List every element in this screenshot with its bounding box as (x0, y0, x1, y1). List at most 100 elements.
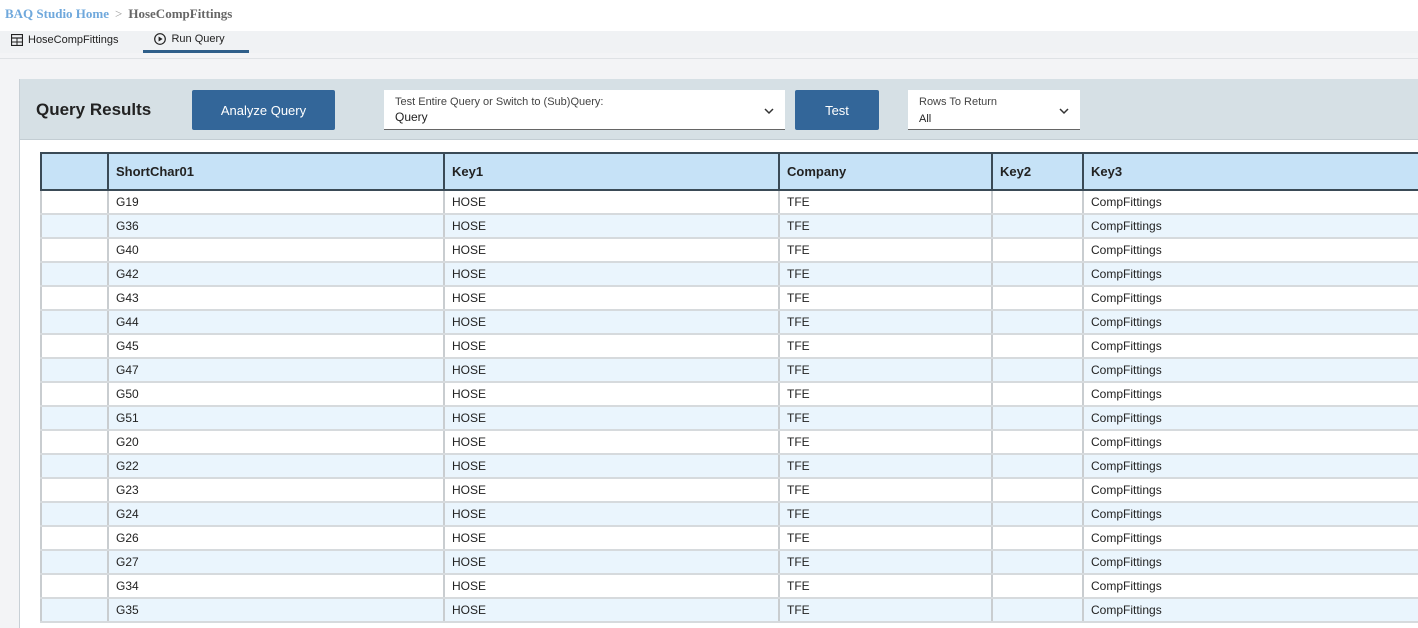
tab-hosecompfittings[interactable]: HoseCompFittings (0, 31, 128, 53)
key2-cell[interactable] (991, 310, 1084, 335)
key1-cell[interactable]: HOSE (443, 286, 780, 311)
company-cell[interactable]: TFE (778, 430, 993, 455)
key1-cell[interactable]: HOSE (443, 598, 780, 623)
shortchar01-cell[interactable]: G47 (107, 358, 445, 383)
table-row[interactable]: G24 HOSE TFE CompFittings (40, 502, 1418, 527)
key3-cell[interactable]: CompFittings (1082, 262, 1418, 287)
key3-cell[interactable]: CompFittings (1082, 478, 1418, 503)
company-cell[interactable]: TFE (778, 502, 993, 527)
key1-cell[interactable]: HOSE (443, 262, 780, 287)
key2-cell[interactable] (991, 406, 1084, 431)
company-cell[interactable]: TFE (778, 238, 993, 263)
shortchar01-cell[interactable]: G19 (107, 190, 445, 215)
key3-cell[interactable]: CompFittings (1082, 502, 1418, 527)
column-header-key1[interactable]: Key1 (443, 152, 780, 191)
key2-cell[interactable] (991, 550, 1084, 575)
company-cell[interactable]: TFE (778, 478, 993, 503)
key1-cell[interactable]: HOSE (443, 214, 780, 239)
table-row[interactable]: G51 HOSE TFE CompFittings (40, 406, 1418, 431)
key2-cell[interactable] (991, 502, 1084, 527)
table-row[interactable]: G20 HOSE TFE CompFittings (40, 430, 1418, 455)
key1-cell[interactable]: HOSE (443, 406, 780, 431)
shortchar01-cell[interactable]: G45 (107, 334, 445, 359)
key3-cell[interactable]: CompFittings (1082, 214, 1418, 239)
shortchar01-cell[interactable]: G24 (107, 502, 445, 527)
key2-cell[interactable] (991, 454, 1084, 479)
key1-cell[interactable]: HOSE (443, 430, 780, 455)
key1-cell[interactable]: HOSE (443, 526, 780, 551)
company-cell[interactable]: TFE (778, 334, 993, 359)
shortchar01-cell[interactable]: G34 (107, 574, 445, 599)
shortchar01-cell[interactable]: G50 (107, 382, 445, 407)
key2-cell[interactable] (991, 190, 1084, 215)
key1-cell[interactable]: HOSE (443, 190, 780, 215)
key2-cell[interactable] (991, 526, 1084, 551)
shortchar01-cell[interactable]: G51 (107, 406, 445, 431)
shortchar01-cell[interactable]: G20 (107, 430, 445, 455)
table-row[interactable]: G47 HOSE TFE CompFittings (40, 358, 1418, 383)
key1-cell[interactable]: HOSE (443, 238, 780, 263)
shortchar01-cell[interactable]: G23 (107, 478, 445, 503)
column-header-shortchar01[interactable]: ShortChar01 (107, 152, 445, 191)
key2-cell[interactable] (991, 598, 1084, 623)
company-cell[interactable]: TFE (778, 382, 993, 407)
key1-cell[interactable]: HOSE (443, 574, 780, 599)
table-row[interactable]: G19 HOSE TFE CompFittings (40, 190, 1418, 215)
key3-cell[interactable]: CompFittings (1082, 286, 1418, 311)
key1-cell[interactable]: HOSE (443, 550, 780, 575)
table-row[interactable]: G45 HOSE TFE CompFittings (40, 334, 1418, 359)
key1-cell[interactable]: HOSE (443, 358, 780, 383)
row-selector-cell[interactable] (40, 502, 109, 527)
company-cell[interactable]: TFE (778, 286, 993, 311)
row-selector-cell[interactable] (40, 454, 109, 479)
table-row[interactable]: G35 HOSE TFE CompFittings (40, 598, 1418, 623)
test-button[interactable]: Test (795, 90, 879, 130)
table-row[interactable]: G26 HOSE TFE CompFittings (40, 526, 1418, 551)
row-selector-cell[interactable] (40, 286, 109, 311)
key1-cell[interactable]: HOSE (443, 502, 780, 527)
table-row[interactable]: G22 HOSE TFE CompFittings (40, 454, 1418, 479)
key3-cell[interactable]: CompFittings (1082, 406, 1418, 431)
shortchar01-cell[interactable]: G35 (107, 598, 445, 623)
row-selector-cell[interactable] (40, 478, 109, 503)
company-cell[interactable]: TFE (778, 598, 993, 623)
column-header-company[interactable]: Company (778, 152, 993, 191)
shortchar01-cell[interactable]: G43 (107, 286, 445, 311)
table-row[interactable]: G27 HOSE TFE CompFittings (40, 550, 1418, 575)
key2-cell[interactable] (991, 574, 1084, 599)
row-selector-cell[interactable] (40, 550, 109, 575)
key1-cell[interactable]: HOSE (443, 310, 780, 335)
key3-cell[interactable]: CompFittings (1082, 454, 1418, 479)
key2-cell[interactable] (991, 286, 1084, 311)
key2-cell[interactable] (991, 334, 1084, 359)
key3-cell[interactable]: CompFittings (1082, 574, 1418, 599)
key2-cell[interactable] (991, 430, 1084, 455)
shortchar01-cell[interactable]: G27 (107, 550, 445, 575)
company-cell[interactable]: TFE (778, 262, 993, 287)
row-selector-cell[interactable] (40, 574, 109, 599)
analyze-query-button[interactable]: Analyze Query (192, 90, 335, 130)
key3-cell[interactable]: CompFittings (1082, 526, 1418, 551)
table-row[interactable]: G44 HOSE TFE CompFittings (40, 310, 1418, 335)
key1-cell[interactable]: HOSE (443, 334, 780, 359)
company-cell[interactable]: TFE (778, 526, 993, 551)
company-cell[interactable]: TFE (778, 550, 993, 575)
key3-cell[interactable]: CompFittings (1082, 550, 1418, 575)
key3-cell[interactable]: CompFittings (1082, 190, 1418, 215)
key2-cell[interactable] (991, 238, 1084, 263)
key3-cell[interactable]: CompFittings (1082, 358, 1418, 383)
key3-cell[interactable]: CompFittings (1082, 238, 1418, 263)
row-selector-cell[interactable] (40, 238, 109, 263)
shortchar01-cell[interactable]: G26 (107, 526, 445, 551)
row-selector-cell[interactable] (40, 262, 109, 287)
row-selector-cell[interactable] (40, 382, 109, 407)
row-selector-cell[interactable] (40, 598, 109, 623)
shortchar01-cell[interactable]: G22 (107, 454, 445, 479)
key1-cell[interactable]: HOSE (443, 382, 780, 407)
key3-cell[interactable]: CompFittings (1082, 598, 1418, 623)
key2-cell[interactable] (991, 478, 1084, 503)
row-selector-cell[interactable] (40, 406, 109, 431)
table-row[interactable]: G23 HOSE TFE CompFittings (40, 478, 1418, 503)
company-cell[interactable]: TFE (778, 574, 993, 599)
key3-cell[interactable]: CompFittings (1082, 382, 1418, 407)
